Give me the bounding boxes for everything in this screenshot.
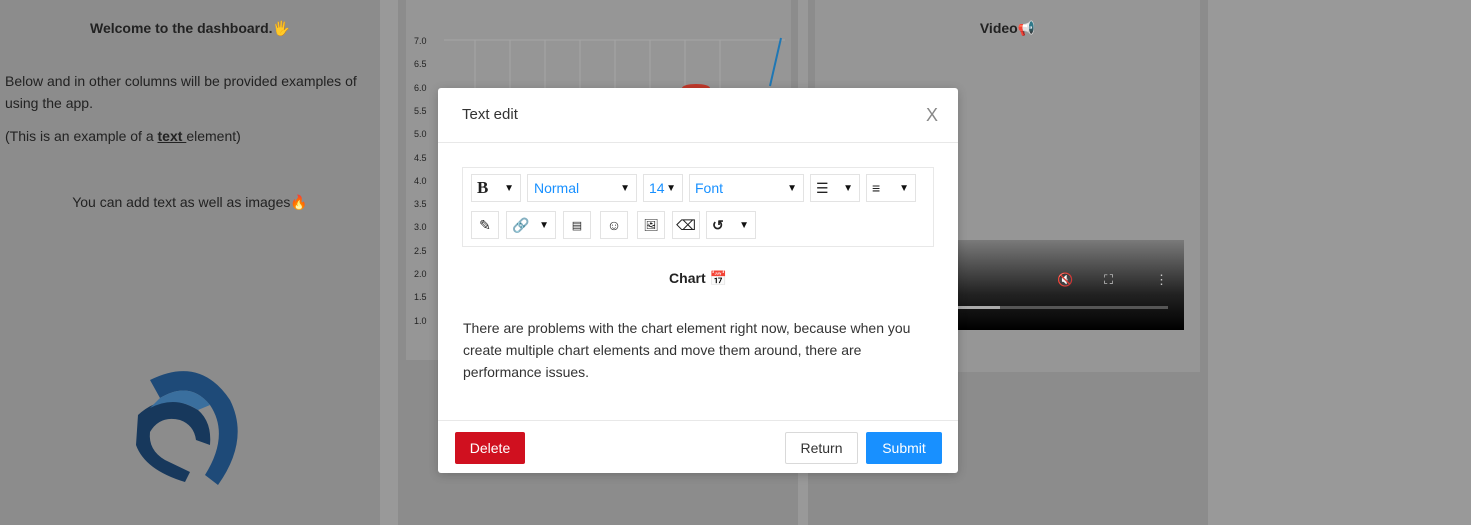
y-tick-label: 3.5 <box>414 199 427 210</box>
modal-header: Text edit X <box>438 88 958 143</box>
modal-title: Text edit <box>462 106 518 123</box>
y-tick-label: 5.0 <box>414 129 427 140</box>
chevron-down-icon: ▼ <box>666 183 676 194</box>
embed-button[interactable]: ▤ <box>563 211 591 239</box>
content-heading[interactable]: Chart 📅 <box>438 270 958 287</box>
content-body[interactable]: There are problems with the chart elemen… <box>463 317 933 383</box>
example-suffix: element) <box>186 128 241 144</box>
chevron-down-icon: ▼ <box>539 220 549 231</box>
video-heading: Video📢 <box>979 20 1036 36</box>
align-button[interactable]: ≡ ▼ <box>866 174 916 202</box>
chevron-down-icon: ▼ <box>739 220 749 231</box>
bold-button[interactable]: B ▼ <box>471 174 521 202</box>
fullscreen-icon[interactable]: ⛶ <box>1104 272 1113 288</box>
images-caption: You can add text as well as images🔥 <box>72 194 308 210</box>
welcome-description: Below and in other columns will be provi… <box>5 73 357 111</box>
link-button[interactable]: 🔗 ▼ <box>506 211 556 239</box>
submit-button[interactable]: Submit <box>866 432 942 464</box>
chevron-down-icon: ▼ <box>787 183 797 194</box>
image-button[interactable]: 🖼 <box>637 211 665 239</box>
eraser-button[interactable]: ⌫ <box>672 211 700 239</box>
image-icon: 🖼 <box>643 218 659 232</box>
y-tick-label: 7.0 <box>414 36 427 46</box>
close-icon[interactable]: X <box>926 105 938 126</box>
y-tick-label: 2.0 <box>414 269 427 279</box>
y-tick-label: 1.0 <box>414 315 427 326</box>
pen-icon: ✎ <box>479 216 491 233</box>
y-tick-label: 6.0 <box>414 82 427 93</box>
y-tick-label: 3.0 <box>414 222 427 233</box>
modal-footer: Delete Return Submit <box>438 420 958 474</box>
rich-text-toolbar: B ▼ Normal ▼ 14 ▼ Font ▼ ☰ ▼ ≡ ▼ ✎ 🔗 ▼ ▤… <box>462 167 934 247</box>
y-tick-label: 4.0 <box>414 175 427 186</box>
color-button[interactable]: ✎ <box>471 211 499 239</box>
chevron-down-icon: ▼ <box>843 183 853 194</box>
undo-button[interactable]: ↺ ▼ <box>706 211 756 239</box>
y-tick-label: 2.5 <box>414 245 427 256</box>
align-left-icon: ≡ <box>872 180 881 196</box>
embed-icon: ▤ <box>571 219 583 232</box>
y-tick-label: 4.5 <box>414 152 427 163</box>
return-button[interactable]: Return <box>785 432 858 464</box>
list-button[interactable]: ☰ ▼ <box>810 174 860 202</box>
example-bold-text: text <box>157 128 187 144</box>
chevron-down-icon: ▼ <box>899 183 909 194</box>
text-element-example[interactable]: (This is an example of a text element) <box>5 128 241 144</box>
app-logo <box>136 371 238 485</box>
mute-icon[interactable]: 🔇 <box>1057 272 1073 288</box>
welcome-heading: Welcome to the dashboard.🖐 <box>90 20 290 36</box>
y-tick-label: 1.5 <box>414 292 427 303</box>
smiley-icon: ☺ <box>606 217 622 233</box>
text-edit-modal: Text edit X B ▼ Normal ▼ 14 ▼ Font ▼ ☰ ▼… <box>438 88 958 473</box>
emoji-button[interactable]: ☺ <box>600 211 628 239</box>
eraser-icon: ⌫ <box>676 216 696 233</box>
chevron-down-icon: ▼ <box>620 183 630 194</box>
link-icon: 🔗 <box>512 216 530 233</box>
example-prefix: (This is an example of a <box>5 128 158 144</box>
video-progress-bar[interactable] <box>958 306 1168 309</box>
heading-select[interactable]: Normal ▼ <box>527 174 637 202</box>
y-tick-label: 6.5 <box>414 59 427 70</box>
more-icon[interactable]: ⋮ <box>1155 272 1168 288</box>
delete-button[interactable]: Delete <box>455 432 525 464</box>
chevron-down-icon: ▼ <box>504 183 514 194</box>
list-icon: ☰ <box>816 179 829 196</box>
font-size-select[interactable]: 14 ▼ <box>643 174 683 202</box>
y-tick-label: 5.5 <box>414 105 427 116</box>
undo-icon: ↺ <box>712 216 724 233</box>
font-family-select[interactable]: Font ▼ <box>689 174 804 202</box>
